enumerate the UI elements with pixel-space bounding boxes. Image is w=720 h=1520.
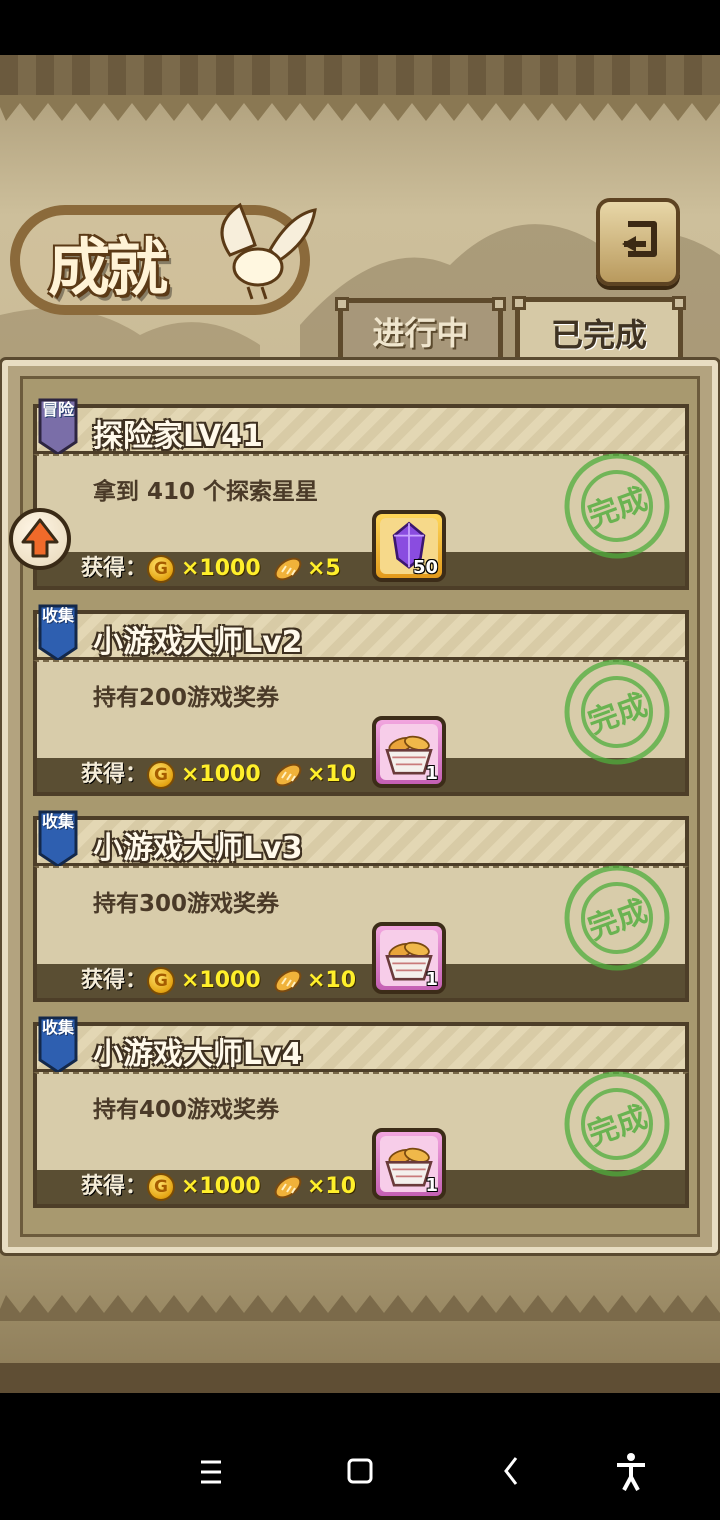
bread-amount: ×10 [307, 1174, 357, 1199]
back-chevron-icon[interactable] [488, 1450, 536, 1494]
complete-stamp-icon: 完成 [564, 1071, 670, 1177]
category-badge-label: 收集 [42, 1018, 75, 1037]
achievement-description: 持有300游戏奖券 [93, 891, 280, 917]
reward-item-slot[interactable]: 1 [372, 716, 446, 788]
card-header: 小游戏大师Lv2 [33, 610, 689, 660]
floating-menu-button[interactable] [9, 508, 71, 570]
item-count: 50 [412, 557, 438, 578]
bread-amount: ×5 [307, 556, 341, 581]
gold-coin-icon: G [147, 967, 175, 995]
category-badge-label: 冒险 [42, 400, 75, 419]
bread-icon [274, 763, 302, 787]
coin-amount: ×1000 [181, 1174, 261, 1199]
complete-stamp-icon: 完成 [564, 659, 670, 765]
reward-item-slot[interactable]: 50 [372, 510, 446, 582]
achievement-description: 持有400游戏奖券 [93, 1097, 280, 1123]
achievement-description: 拿到 410 个探索星星 [93, 479, 319, 505]
menu-icon[interactable] [187, 1450, 235, 1494]
complete-stamp-icon: 完成 [564, 865, 670, 971]
home-square-icon[interactable] [336, 1450, 384, 1494]
bread-icon [274, 557, 302, 581]
bread-icon [274, 969, 302, 993]
logo-title: 成就 [48, 231, 168, 304]
achievement-description: 持有200游戏奖券 [93, 685, 280, 711]
gold-coin-icon: G [147, 761, 175, 789]
category-badge-label: 收集 [42, 812, 75, 831]
winged-egg-icon [220, 202, 317, 300]
achievement-card: 探险家LV41 冒险 拿到 410 个探索星星 获得： G ×1000 ×5 5… [33, 398, 689, 594]
complete-stamp-icon: 完成 [564, 453, 670, 559]
top-zigzag-trim [0, 95, 720, 121]
achievement-card: 小游戏大师Lv4 收集 持有400游戏奖券 获得： G ×1000 ×10 1 … [33, 1016, 689, 1212]
achievement-title: 小游戏大师Lv2 [93, 625, 303, 660]
reward-label: 获得： [81, 968, 148, 993]
top-border-band [0, 55, 720, 95]
achievement-title: 小游戏大师Lv4 [93, 1037, 303, 1072]
reward-item-slot[interactable]: 1 [372, 1128, 446, 1200]
item-count: 1 [425, 969, 438, 990]
tab-completed[interactable]: 已完成 [512, 296, 686, 369]
status-bar [0, 0, 720, 55]
bread-amount: ×10 [307, 968, 357, 993]
accessibility-icon[interactable] [607, 1450, 655, 1494]
item-count: 1 [425, 1175, 438, 1196]
achievement-title: 小游戏大师Lv3 [93, 831, 303, 866]
reward-label: 获得： [81, 556, 148, 581]
bread-amount: ×10 [307, 762, 357, 787]
return-arrow-icon [622, 221, 657, 257]
return-button[interactable] [596, 198, 680, 286]
bottom-border-band [0, 1363, 720, 1393]
coin-amount: ×1000 [181, 968, 261, 993]
achievement-card: 小游戏大师Lv3 收集 持有300游戏奖券 获得： G ×1000 ×10 1 … [33, 810, 689, 1006]
category-badge-label: 收集 [42, 606, 75, 625]
card-header: 小游戏大师Lv4 [33, 1022, 689, 1072]
bottom-zigzag-trim [0, 1295, 720, 1321]
card-header: 小游戏大师Lv3 [33, 816, 689, 866]
bread-icon [274, 1175, 302, 1199]
reward-label: 获得： [81, 762, 148, 787]
achievement-title: 探险家LV41 [93, 419, 263, 454]
gold-coin-icon: G [147, 1173, 175, 1201]
coin-amount: ×1000 [181, 762, 261, 787]
item-count: 1 [425, 763, 438, 784]
achievement-card: 小游戏大师Lv2 收集 持有200游戏奖券 获得： G ×1000 ×10 1 … [33, 604, 689, 800]
tab-in-progress[interactable]: 进行中 [335, 297, 506, 364]
reward-item-slot[interactable]: 1 [372, 922, 446, 994]
achievement-logo: 成就 [10, 195, 317, 340]
coin-amount: ×1000 [181, 556, 261, 581]
achievement-screen: 成就 进行中 已完成 探险家LV41 冒险 拿到 410 个探索星星 获得： G… [0, 55, 720, 1393]
arrow-pointer-icon [21, 518, 59, 558]
gold-coin-icon: G [147, 555, 175, 583]
card-header: 探险家LV41 [33, 404, 689, 454]
reward-label: 获得： [81, 1174, 148, 1199]
